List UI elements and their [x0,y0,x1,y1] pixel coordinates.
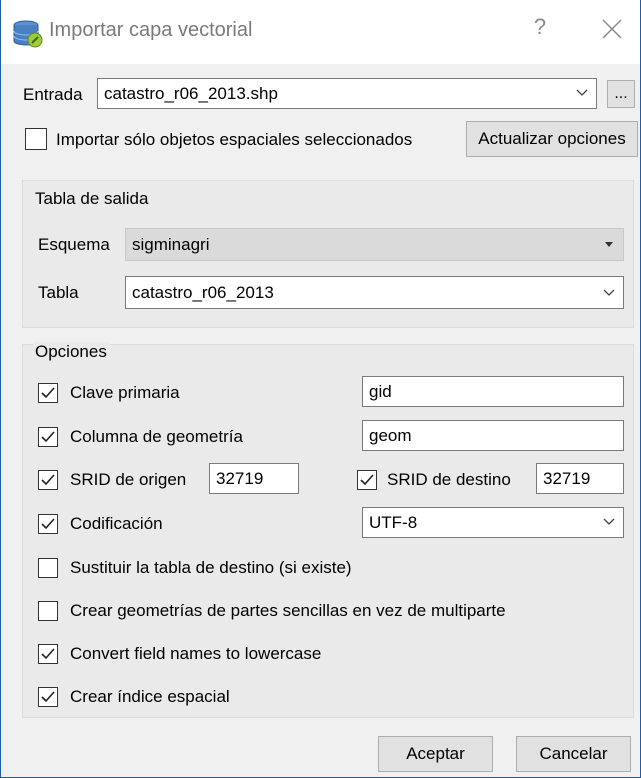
geometry-column-checkbox[interactable] [38,427,58,447]
check-icon [360,474,374,486]
check-icon [41,691,55,703]
replace-table-checkbox[interactable] [38,558,58,578]
target-srid-checkbox[interactable] [357,470,377,490]
source-srid-input[interactable]: 32719 [209,463,299,494]
close-icon[interactable] [601,18,623,40]
help-button[interactable]: ? [528,14,552,40]
dropdown-arrow-icon [605,242,613,247]
output-table-title: Tabla de salida [33,189,151,209]
check-icon [41,431,55,443]
encoding-combo[interactable]: UTF-8 [362,507,624,538]
browse-button[interactable]: ... [607,80,635,108]
table-value: catastro_r06_2013 [132,283,274,302]
check-icon [41,648,55,660]
chevron-down-icon [603,289,615,296]
spatial-index-label: Crear índice espacial [70,687,230,706]
input-label: Entrada [23,85,83,104]
input-value: catastro_r06_2013.shp [104,84,278,103]
geometry-column-input[interactable]: geom [362,420,624,451]
chevron-down-icon [576,89,588,96]
check-icon [41,387,55,399]
update-options-button[interactable]: Actualizar opciones [466,121,638,157]
encoding-checkbox[interactable] [38,514,58,534]
primary-key-checkbox[interactable] [38,383,58,403]
title-bar: Importar capa vectorial ? [1,0,640,64]
replace-table-label: Sustituir la tabla de destino (si existe… [70,558,352,577]
options-title: Opciones [33,342,109,362]
schema-combo[interactable]: sigminagri [125,228,624,261]
database-import-icon [13,20,43,48]
window-title: Importar capa vectorial [49,19,253,41]
source-srid-label: SRID de origen [70,470,187,489]
cancel-button[interactable]: Cancelar [516,736,631,772]
selected-only-checkbox[interactable] [25,128,47,150]
lowercase-checkbox[interactable] [38,644,58,664]
primary-key-label: Clave primaria [70,383,180,402]
spatial-index-checkbox[interactable] [38,687,58,707]
target-srid-label: SRID de destino [387,470,511,489]
table-combo[interactable]: catastro_r06_2013 [125,276,624,309]
chevron-down-icon [603,518,615,525]
source-srid-checkbox[interactable] [38,470,58,490]
dialog-body: Entrada catastro_r06_2013.shp ... Import… [1,64,640,778]
primary-key-input[interactable]: gid [362,376,624,407]
lowercase-label: Convert field names to lowercase [70,644,322,663]
single-parts-label: Crear geometrías de partes sencillas en … [70,601,506,620]
input-combo[interactable]: catastro_r06_2013.shp [97,78,597,109]
encoding-label: Codificación [70,514,163,533]
target-srid-input[interactable]: 32719 [536,463,624,494]
check-icon [41,474,55,486]
geometry-column-label: Columna de geometría [70,427,243,446]
selected-only-label: Importar sólo objetos espaciales selecci… [56,130,413,149]
single-parts-checkbox[interactable] [38,601,58,621]
import-vector-layer-dialog: Importar capa vectorial ? Entrada catast… [0,0,641,778]
check-icon [41,518,55,530]
table-label: Tabla [38,283,79,302]
schema-value: sigminagri [132,235,210,254]
schema-label: Esquema [38,235,110,254]
encoding-value: UTF-8 [369,513,418,532]
accept-button[interactable]: Aceptar [378,736,493,772]
